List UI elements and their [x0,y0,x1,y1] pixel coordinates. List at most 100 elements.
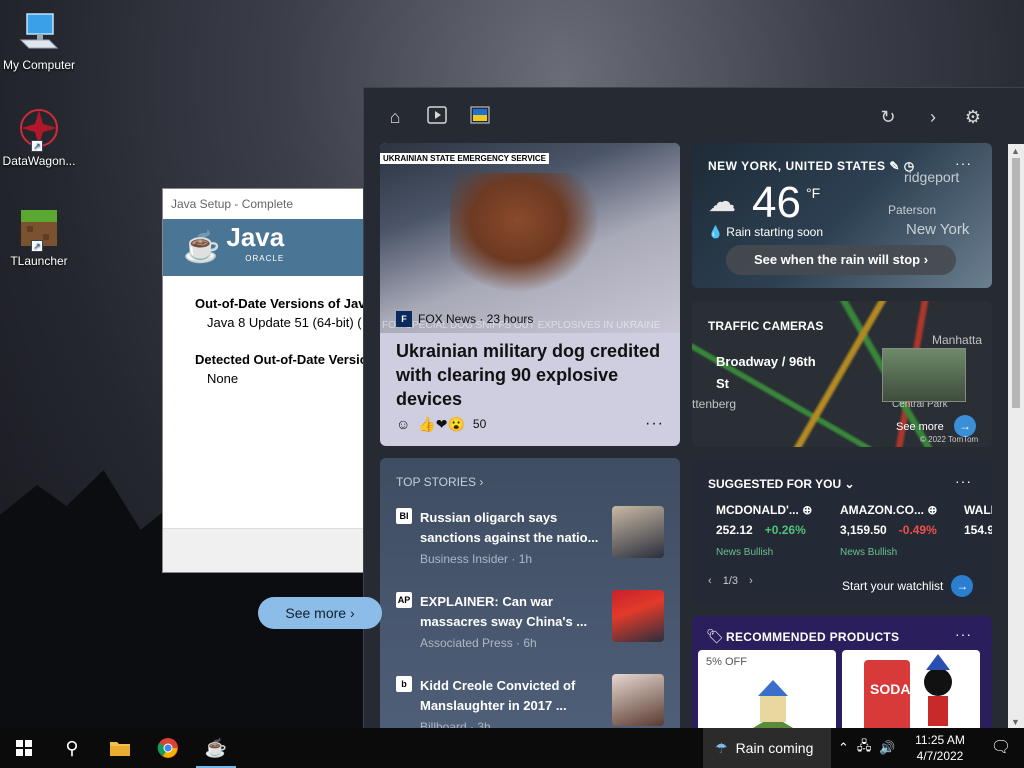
more-options-icon[interactable]: ··· [645,415,664,433]
search-icon: ⚲ [65,737,79,758]
desktop-icon-datawagon[interactable]: ↗ DataWagon... [0,106,78,168]
map-label: New York [906,221,970,238]
add-icon: ⊕ [802,503,813,517]
refresh-icon[interactable]: ↻ [877,106,899,128]
source-icon: BI [396,508,412,524]
story-thumbnail [612,590,664,642]
chevron-right-icon[interactable]: › [922,106,944,128]
gear-icon[interactable]: ⚙ [962,106,984,128]
hero-news-card[interactable]: UKRAINIAN STATE EMERGENCY SERVICE FOX SP… [380,143,680,446]
video-icon[interactable] [426,106,448,128]
notifications-icon[interactable]: 🗨 [978,728,1024,768]
top-stories-card: TOP STORIES › BI Russian oligarch says s… [380,458,680,728]
rain-forecast-button[interactable]: See when the rain will stop › [726,245,956,275]
product-tile[interactable]: SODA [842,650,980,728]
widgets-scrollbar[interactable]: ▲ ▼ [1008,144,1024,728]
see-more-button[interactable]: See more › [258,597,382,629]
story-title: EXPLAINER: Can war massacres sway China'… [420,594,588,629]
desktop-icon-label: DataWagon... [2,154,76,168]
fox-news-icon: F [396,311,412,327]
chevron-up-icon[interactable]: ⌃ [838,740,849,756]
rec-more-icon[interactable]: ··· [955,626,972,642]
start-watchlist-link[interactable]: Start your watchlist → [842,575,974,597]
home-icon[interactable]: ⌂ [384,106,406,128]
arrow-right-icon: → [951,575,974,597]
widgets-toolbar: ⌂ ↻ › ⚙ [364,88,1024,144]
weather-card[interactable]: ridgeport Paterson New York NEW YORK, UN… [692,143,992,288]
chevron-right-icon[interactable]: › [749,575,753,587]
chrome-button[interactable] [144,728,192,768]
file-explorer-button[interactable] [96,728,144,768]
java-setup-window: Java Setup - Complete ☕ Java ORACLE Out-o… [162,188,372,573]
stock-item[interactable]: AMAZON.CO... ⊕ 3,159.50 -0.49% News Bulli… [840,503,960,558]
widgets-panel: ⌂ ↻ › ⚙ UKRAINIAN STATE EMERGENCY SERVIC… [363,87,1024,728]
temperature: 46 [752,178,801,227]
suggested-title[interactable]: SUGGESTED FOR YOU ⌄ [708,477,855,491]
java-cup-icon: ☕ [204,737,228,758]
java-taskbar-button[interactable]: ☕ [192,728,240,768]
java-banner: ☕ Java ORACLE [163,219,371,276]
add-reaction-icon[interactable]: ☺ [396,416,410,432]
taskbar-weather[interactable]: ☂ Rain coming [703,728,831,768]
map-label: ttenberg [692,397,737,411]
traffic-camera-thumbnail[interactable] [882,348,966,402]
java-logo: Java ORACLE [226,221,285,263]
traffic-card[interactable]: Manhatta Central Park ttenberg TRAFFIC C… [692,301,992,447]
hero-image: UKRAINIAN STATE EMERGENCY SERVICE FOX SP… [380,143,680,333]
ukraine-flag-icon[interactable] [469,106,491,128]
product-tile[interactable]: 5% OFF [698,650,836,728]
story-thumbnail [612,506,664,558]
java-cup-icon: ☕ [183,231,221,264]
start-button[interactable] [0,728,48,768]
castle-lego-image [753,680,793,728]
hero-footer: ☺ 👍❤😮 50 ··· [396,415,664,433]
outdated-heading: Out-of-Date Versions of Java [195,296,371,311]
hero-source: F FOX News · 23 hours [396,311,533,327]
folder-icon [110,742,130,756]
add-icon: ⊕ [927,503,938,517]
stock-item[interactable]: MCDONALD'... ⊕ 252.12 +0.26% News Bullish [716,503,836,558]
map-label: Manhatta [932,333,983,347]
taskbar-clock[interactable]: 11:25 AM 4/7/2022 [906,732,974,764]
weather-more-icon[interactable]: ··· [955,155,972,171]
traffic-title: TRAFFIC CAMERAS [708,319,824,333]
volume-icon[interactable]: 🔊 [879,740,895,756]
map-credit: © 2022 TomTom [920,435,979,444]
dog-photo [450,173,600,293]
suggest-more-icon[interactable]: ··· [955,473,972,489]
desktop-icon-tlauncher[interactable]: ↗ TLauncher [0,206,78,268]
stock-item[interactable]: WALM 154.9 [964,503,992,537]
desktop-icon-label: TLauncher [10,254,68,268]
recommended-products-card: 🏷 RECOMMENDED PRODUCTS ··· 5% OFF SODA [692,616,992,728]
news-bullish-badge: News Bullish [716,547,774,558]
map-label: Paterson [888,203,937,217]
svg-text:SODA: SODA [870,681,910,697]
search-button[interactable]: ⚲ [48,728,96,768]
cloud-icon: ☁ [708,186,736,217]
story-item[interactable]: b Kidd Creole Convicted of Manslaughter … [396,674,666,728]
story-title: Kidd Creole Convicted of Manslaughter in… [420,678,576,713]
detected-value: None [207,371,239,386]
network-icon[interactable]: 🖧 [857,737,872,759]
desktop-icon-my-computer[interactable]: My Computer [0,10,78,72]
chevron-left-icon[interactable]: ‹ [708,575,712,587]
hero-headline[interactable]: Ukrainian military dog credited with cle… [396,339,666,411]
computer-icon [17,10,61,54]
arrow-right-icon[interactable]: → [954,415,976,437]
reaction-count: 50 [472,417,487,431]
story-item[interactable]: BI Russian oligarch says sanctions again… [396,506,666,578]
detected-heading: Detected Out-of-Date Versions [195,352,371,367]
story-item[interactable]: AP EXPLAINER: Can war massacres sway Chi… [396,590,666,662]
shortcut-arrow-icon: ↗ [31,140,43,152]
story-source: Business Insider · 1h [420,552,533,566]
reactions-icon: 👍❤😮 [418,415,465,432]
java-window-title: Java Setup - Complete [163,189,371,219]
traffic-see-more[interactable]: See more [896,421,944,433]
desktop-icon-label: My Computer [2,58,76,72]
scrollbar-thumb[interactable] [1012,158,1020,408]
story-title: Russian oligarch says sanctions against … [420,510,599,545]
top-stories-heading[interactable]: TOP STORIES › [396,475,483,489]
funko-soda-image: SODA [864,654,952,728]
alert-icon: ◷ [903,159,915,173]
stock-pager: ‹ 1/3 › [708,575,753,587]
